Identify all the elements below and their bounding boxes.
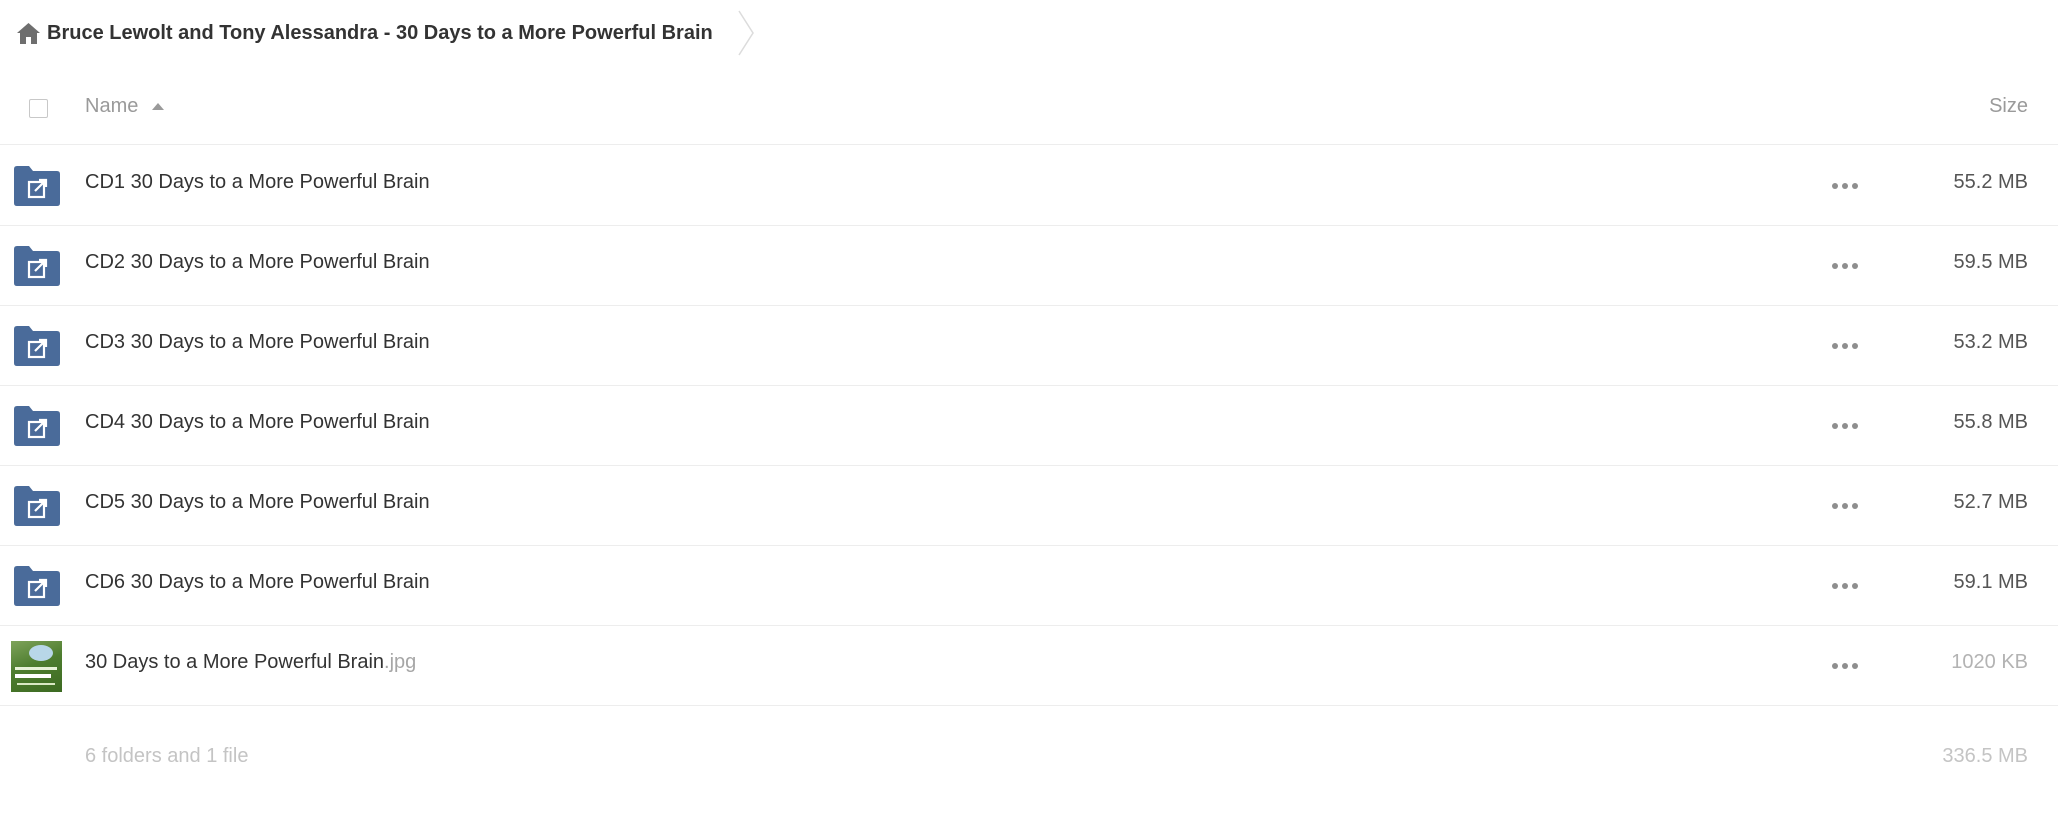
image-thumbnail <box>11 641 62 692</box>
shared-folder-icon <box>14 246 60 286</box>
file-name[interactable]: CD5 30 Days to a More Powerful Brain <box>85 491 430 514</box>
home-icon[interactable] <box>15 20 42 47</box>
breadcrumb-separator-icon <box>737 9 757 57</box>
file-extension: .jpg <box>384 651 417 673</box>
file-size: 55.8 MB <box>1953 411 2028 433</box>
size-column-header[interactable]: Size <box>1989 95 2028 118</box>
file-size: 59.5 MB <box>1953 251 2028 273</box>
shared-folder-icon <box>14 166 60 206</box>
table-row[interactable]: CD3 30 Days to a More Powerful Brain 53.… <box>0 306 2058 386</box>
summary-count: 6 folders and 1 file <box>85 745 249 767</box>
more-actions-icon[interactable] <box>1832 498 1858 514</box>
file-name[interactable]: 30 Days to a More Powerful Brain.jpg <box>85 651 416 674</box>
file-size: 1020 KB <box>1951 651 2028 673</box>
file-list-summary: 6 folders and 1 file 336.5 MB <box>0 740 2058 780</box>
more-actions-icon[interactable] <box>1832 338 1858 354</box>
shared-folder-icon <box>14 406 60 446</box>
shared-folder-icon <box>14 326 60 366</box>
shared-folder-icon <box>14 566 60 606</box>
file-list-header: Name Size <box>0 75 2058 145</box>
table-row[interactable]: CD5 30 Days to a More Powerful Brain 52.… <box>0 466 2058 546</box>
file-size: 59.1 MB <box>1953 571 2028 593</box>
table-row[interactable]: CD4 30 Days to a More Powerful Brain 55.… <box>0 386 2058 466</box>
table-row[interactable]: CD1 30 Days to a More Powerful Brain 55.… <box>0 146 2058 226</box>
file-name[interactable]: CD1 30 Days to a More Powerful Brain <box>85 171 430 194</box>
file-size: 53.2 MB <box>1953 331 2028 353</box>
more-actions-icon[interactable] <box>1832 258 1858 274</box>
name-column-label: Name <box>85 95 139 117</box>
more-actions-icon[interactable] <box>1832 578 1858 594</box>
file-size: 52.7 MB <box>1953 491 2028 513</box>
shared-folder-icon <box>14 486 60 526</box>
table-row[interactable]: CD6 30 Days to a More Powerful Brain 59.… <box>0 546 2058 626</box>
file-list: CD1 30 Days to a More Powerful Brain 55.… <box>0 146 2058 706</box>
table-row[interactable]: 30 Days to a More Powerful Brain.jpg 102… <box>0 626 2058 706</box>
more-actions-icon[interactable] <box>1832 178 1858 194</box>
file-name[interactable]: CD4 30 Days to a More Powerful Brain <box>85 411 430 434</box>
summary-total-size: 336.5 MB <box>1942 745 2028 767</box>
file-name[interactable]: CD2 30 Days to a More Powerful Brain <box>85 251 430 274</box>
file-name[interactable]: CD6 30 Days to a More Powerful Brain <box>85 571 430 594</box>
more-actions-icon[interactable] <box>1832 418 1858 434</box>
file-browser: Bruce Lewolt and Tony Alessandra - 30 Da… <box>0 0 2058 837</box>
more-actions-icon[interactable] <box>1832 658 1858 674</box>
breadcrumb: Bruce Lewolt and Tony Alessandra - 30 Da… <box>0 0 757 66</box>
table-row[interactable]: CD2 30 Days to a More Powerful Brain 59.… <box>0 226 2058 306</box>
file-name[interactable]: CD3 30 Days to a More Powerful Brain <box>85 331 430 354</box>
select-all-checkbox[interactable] <box>29 99 48 118</box>
file-size: 55.2 MB <box>1953 171 2028 193</box>
breadcrumb-current-folder[interactable]: Bruce Lewolt and Tony Alessandra - 30 Da… <box>47 22 713 45</box>
name-column-header[interactable]: Name <box>85 95 165 118</box>
sort-ascending-icon <box>152 103 165 110</box>
